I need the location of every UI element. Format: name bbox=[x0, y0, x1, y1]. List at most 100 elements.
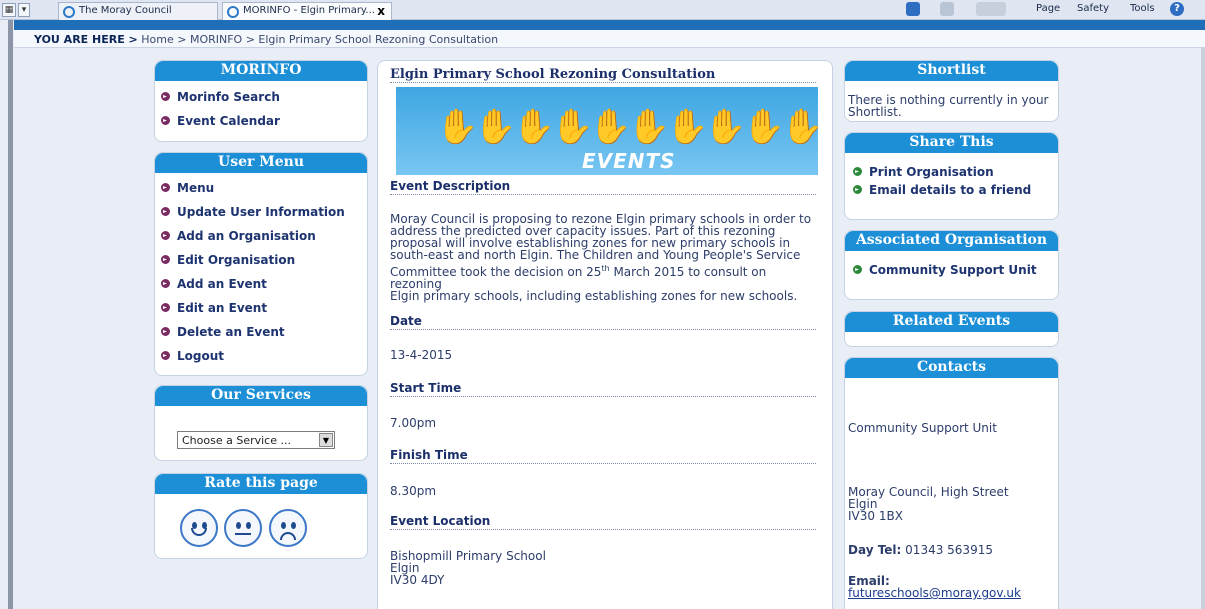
finish-time-heading: Finish Time bbox=[390, 448, 468, 462]
event-location-heading: Event Location bbox=[390, 514, 491, 528]
sad-face-icon[interactable] bbox=[269, 509, 307, 547]
shortlist-box: Shortlist There is nothing currently in … bbox=[844, 60, 1059, 122]
shortlist-title: Shortlist bbox=[845, 61, 1058, 81]
divider bbox=[390, 194, 816, 195]
safety-menu[interactable]: Safety bbox=[1077, 3, 1109, 14]
bullet-icon bbox=[853, 265, 862, 274]
bullet-icon bbox=[161, 255, 170, 264]
breadcrumb-path[interactable]: Home > MORINFO > Elgin Primary School Re… bbox=[141, 33, 498, 46]
associated-organisation-box: Associated Organisation Community Suppor… bbox=[844, 230, 1059, 300]
browser-tab-moray-council[interactable]: The Moray Council bbox=[58, 2, 218, 20]
finish-time: 8.30pm bbox=[390, 484, 437, 498]
print-icon[interactable] bbox=[976, 2, 1006, 16]
service-select-value: Choose a Service ... bbox=[182, 434, 291, 447]
browser-tab-strip: ▦ ▾ The Moray Council MORINFO - Elgin Pr… bbox=[0, 0, 1205, 20]
close-tab-icon[interactable]: x bbox=[377, 4, 385, 18]
event-calendar-link[interactable]: Event Calendar bbox=[161, 114, 280, 128]
bullet-icon bbox=[161, 231, 170, 240]
tab-title: The Moray Council bbox=[79, 5, 172, 16]
user-menu-item-logout[interactable]: Logout bbox=[161, 349, 224, 363]
bullet-icon bbox=[161, 207, 170, 216]
event-location: Bishopmill Primary School Elgin IV30 4DY bbox=[390, 549, 546, 587]
divider bbox=[390, 329, 816, 330]
event-date: 13-4-2015 bbox=[390, 348, 453, 362]
user-menu-item-edit-event[interactable]: Edit an Event bbox=[161, 301, 267, 315]
tab-title: MORINFO - Elgin Primary... bbox=[243, 5, 375, 16]
main-content: Elgin Primary School Rezoning Consultati… bbox=[377, 60, 833, 609]
user-menu-item-menu[interactable]: Menu bbox=[161, 181, 214, 195]
share-title: Share This bbox=[845, 133, 1058, 153]
paper-people-chain: ✋✋✋✋✋✋✋✋✋✋ bbox=[436, 107, 818, 147]
rate-title: Rate this page bbox=[155, 474, 367, 494]
related-title: Related Events bbox=[845, 312, 1058, 332]
user-menu-box: User Menu Menu Update User Information A… bbox=[154, 152, 368, 376]
user-menu-item-add-organisation[interactable]: Add an Organisation bbox=[161, 229, 316, 243]
browser-tab-morinfo[interactable]: MORINFO - Elgin Primary... x bbox=[222, 2, 392, 20]
share-box: Share This Print Organisation Email deta… bbox=[844, 132, 1059, 220]
bullet-icon bbox=[161, 116, 170, 125]
print-organisation-link[interactable]: Print Organisation bbox=[853, 165, 994, 179]
tab-list-dropdown[interactable]: ▾ bbox=[18, 3, 30, 17]
bullet-icon bbox=[161, 183, 170, 192]
user-menu-item-edit-organisation[interactable]: Edit Organisation bbox=[161, 253, 295, 267]
bullet-icon bbox=[161, 351, 170, 360]
divider bbox=[390, 396, 816, 397]
breadcrumb-prefix: YOU ARE HERE > bbox=[34, 33, 138, 46]
breadcrumb: YOU ARE HERE > Home > MORINFO > Elgin Pr… bbox=[14, 30, 1205, 48]
feeds-icon[interactable] bbox=[940, 2, 954, 16]
chevron-down-icon[interactable]: ▼ bbox=[319, 433, 333, 447]
morinfo-box: MORINFO Morinfo Search Event Calendar bbox=[154, 60, 368, 142]
shortlist-text: There is nothing currently in your Short… bbox=[848, 93, 1049, 119]
bullet-icon bbox=[853, 167, 862, 176]
divider bbox=[390, 463, 816, 464]
bullet-icon bbox=[161, 92, 170, 101]
user-menu-item-update-user[interactable]: Update User Information bbox=[161, 205, 345, 219]
events-banner-image: ✋✋✋✋✋✋✋✋✋✋ EVENTS bbox=[396, 87, 818, 175]
event-description-heading: Event Description bbox=[390, 179, 511, 193]
contact-address: Moray Council, High Street Elgin IV30 1B… bbox=[848, 485, 1009, 523]
divider bbox=[390, 529, 816, 530]
community-support-unit-link[interactable]: Community Support Unit bbox=[853, 263, 1037, 277]
quick-tabs-button[interactable]: ▦ bbox=[2, 3, 16, 17]
bullet-icon bbox=[161, 303, 170, 312]
email-link[interactable]: futureschools@moray.gov.uk bbox=[848, 587, 1021, 599]
home-icon[interactable] bbox=[906, 2, 920, 16]
happy-face-icon[interactable] bbox=[180, 509, 218, 547]
bullet-icon bbox=[161, 279, 170, 288]
start-time-heading: Start Time bbox=[390, 381, 462, 395]
window-left-edge bbox=[8, 20, 13, 609]
services-box: Our Services Choose a Service ... ▼ bbox=[154, 385, 368, 461]
contacts-box: Contacts Community Support Unit Moray Co… bbox=[844, 357, 1059, 609]
page-title: Elgin Primary School Rezoning Consultati… bbox=[390, 67, 716, 82]
contact-organisation: Community Support Unit bbox=[848, 421, 997, 435]
ie-icon bbox=[227, 6, 239, 18]
ie-icon bbox=[63, 6, 75, 18]
window-right-edge bbox=[1201, 48, 1205, 609]
morinfo-search-link[interactable]: Morinfo Search bbox=[161, 90, 280, 104]
user-menu-item-delete-event[interactable]: Delete an Event bbox=[161, 325, 285, 339]
morinfo-title: MORINFO bbox=[155, 61, 367, 81]
tools-menu[interactable]: Tools bbox=[1130, 3, 1155, 14]
contact-tel: Day Tel: 01343 563915 bbox=[848, 543, 993, 557]
user-menu-title: User Menu bbox=[155, 153, 367, 173]
user-menu-item-add-event[interactable]: Add an Event bbox=[161, 277, 267, 291]
rate-box: Rate this page bbox=[154, 473, 368, 559]
associated-title: Associated Organisation bbox=[845, 231, 1058, 251]
contacts-title: Contacts bbox=[845, 358, 1058, 378]
service-select[interactable]: Choose a Service ... ▼ bbox=[177, 431, 335, 449]
event-description: Moray Council is proposing to rezone Elg… bbox=[390, 212, 812, 303]
related-events-box: Related Events bbox=[844, 311, 1059, 347]
site-top-bar bbox=[14, 20, 1205, 30]
services-title: Our Services bbox=[155, 386, 367, 406]
banner-label: EVENTS bbox=[582, 149, 676, 173]
divider bbox=[390, 82, 816, 83]
bullet-icon bbox=[853, 185, 862, 194]
bullet-icon bbox=[161, 327, 170, 336]
contact-email: Email: futureschools@moray.gov.uk bbox=[848, 574, 1021, 600]
help-icon[interactable]: ? bbox=[1170, 2, 1184, 16]
neutral-face-icon[interactable] bbox=[224, 509, 262, 547]
email-friend-link[interactable]: Email details to a friend bbox=[853, 183, 1031, 197]
date-heading: Date bbox=[390, 314, 422, 328]
page-menu[interactable]: Page bbox=[1036, 3, 1060, 14]
start-time: 7.00pm bbox=[390, 416, 437, 430]
